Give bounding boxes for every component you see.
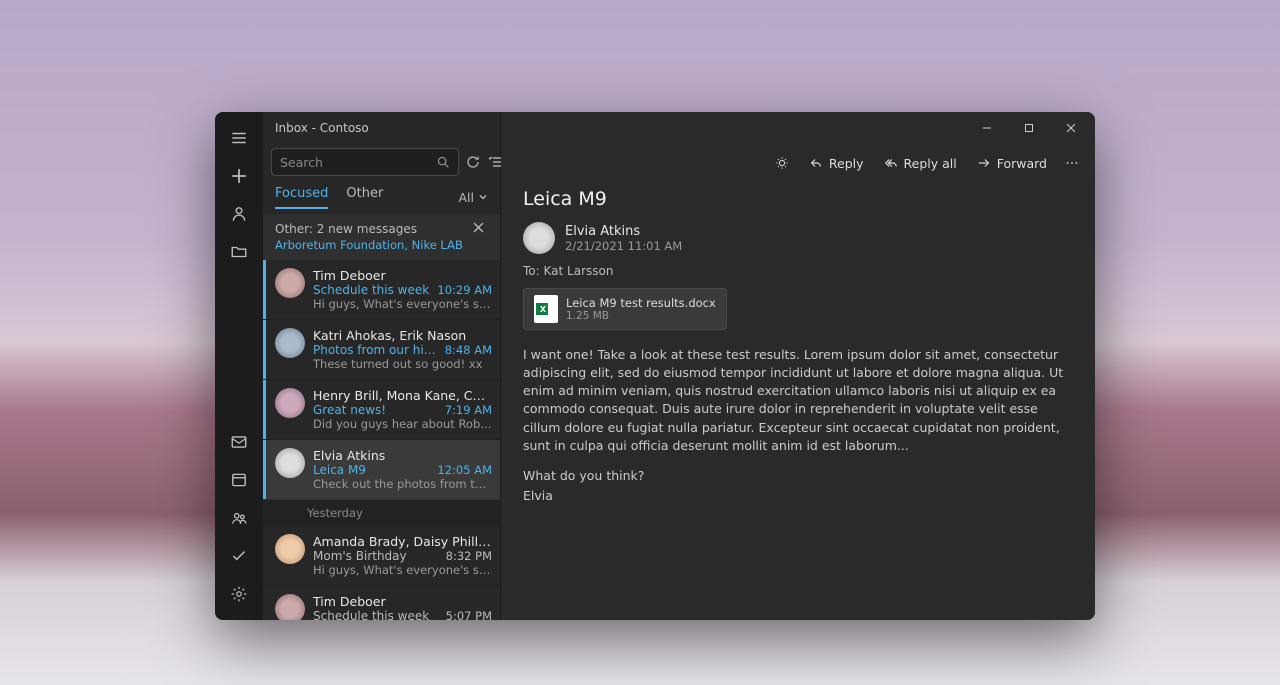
attachment-name: Leica M9 test results.docx	[566, 296, 716, 310]
list-toolbar	[263, 144, 500, 180]
message-from: Henry Brill, Mona Kane, Cecil F	[313, 388, 492, 403]
search-icon	[436, 155, 450, 169]
search-input[interactable]	[280, 155, 436, 170]
window-controls	[501, 112, 1095, 144]
tab-focused[interactable]: Focused	[275, 186, 328, 209]
message-time: 8:48 AM	[445, 343, 492, 357]
mail-subject: Leica M9	[523, 188, 1073, 210]
message-preview: Hi guys, What's everyone's sche	[313, 563, 492, 577]
minimize-button[interactable]	[967, 114, 1007, 142]
message-item[interactable]: Amanda Brady, Daisy PhillipsMom's Birthd…	[263, 526, 500, 586]
message-time: 5:07 PM	[446, 609, 492, 620]
message-time: 8:32 PM	[446, 549, 492, 563]
other-banner-senders: Arboretum Foundation, Nike LAB	[275, 238, 463, 252]
new-mail-button[interactable]	[217, 158, 261, 194]
filter-label: All	[459, 190, 475, 205]
forward-icon	[977, 156, 991, 170]
more-icon	[1065, 156, 1079, 170]
reply-button[interactable]: Reply	[801, 152, 872, 175]
accounts-button[interactable]	[217, 196, 261, 232]
nav-rail	[215, 112, 263, 620]
search-box[interactable]	[271, 148, 459, 176]
avatar	[275, 534, 305, 564]
message-subject: Great news!	[313, 403, 439, 417]
reading-pane: Reply Reply all Forward Leica M9 Elvia A…	[501, 112, 1095, 620]
message-preview: These turned out so good! xx	[313, 357, 492, 371]
calendar-app-icon[interactable]	[217, 462, 261, 498]
avatar	[275, 268, 305, 298]
toggle-theme-button[interactable]	[767, 152, 797, 174]
avatar	[275, 388, 305, 418]
message-preview: Did you guys hear about Robin's	[313, 417, 492, 431]
message-list-column: Inbox - Contoso Focused Other All	[263, 112, 501, 620]
settings-button[interactable]	[217, 576, 261, 612]
date-separator: Yesterday	[263, 500, 500, 526]
message-item[interactable]: Henry Brill, Mona Kane, Cecil FGreat new…	[263, 380, 500, 440]
reply-label: Reply	[829, 156, 864, 171]
window-title: Inbox - Contoso	[263, 112, 500, 144]
reply-all-button[interactable]: Reply all	[876, 152, 965, 175]
message-preview: Hi guys, What's everyone's sche	[313, 297, 492, 311]
sender-avatar[interactable]	[523, 222, 555, 254]
excel-file-icon: X	[534, 295, 558, 323]
avatar	[275, 594, 305, 620]
todo-app-icon[interactable]	[217, 538, 261, 574]
sync-button[interactable]	[465, 148, 481, 176]
reading-pane-toolbar: Reply Reply all Forward	[501, 144, 1095, 182]
message-list: Tim DeboerSchedule this week10:29 AMHi g…	[263, 260, 500, 620]
message-subject: Schedule this week	[313, 283, 431, 297]
message-time: 10:29 AM	[437, 283, 492, 297]
message-from: Katri Ahokas, Erik Nason	[313, 328, 492, 343]
message-from: Amanda Brady, Daisy Phillips	[313, 534, 492, 549]
avatar	[275, 328, 305, 358]
message-item[interactable]: Katri Ahokas, Erik NasonPhotos from our …	[263, 320, 500, 380]
chevron-down-icon	[478, 192, 488, 202]
forward-button[interactable]: Forward	[969, 152, 1055, 175]
reply-all-label: Reply all	[904, 156, 957, 171]
reply-icon	[809, 156, 823, 170]
message-item[interactable]: Tim DeboerSchedule this week5:07 PMHi gu…	[263, 586, 500, 620]
more-actions-button[interactable]	[1059, 152, 1085, 174]
inbox-tabs: Focused Other All	[263, 180, 500, 214]
message-time: 7:19 AM	[445, 403, 492, 417]
message-item[interactable]: Tim DeboerSchedule this week 10:29 AMHi g…	[263, 260, 500, 320]
close-button[interactable]	[1051, 114, 1091, 142]
other-new-banner[interactable]: Other: 2 new messages Arboretum Foundati…	[263, 214, 500, 260]
tab-other[interactable]: Other	[346, 186, 383, 209]
message-item[interactable]: Elvia AtkinsLeica M9 12:05 AMCheck out th…	[263, 440, 500, 500]
filter-dropdown[interactable]: All	[459, 190, 489, 205]
reply-all-icon	[884, 156, 898, 170]
sender-name: Elvia Atkins	[565, 224, 682, 239]
message-subject: Photos from our hike on Maple	[313, 343, 439, 357]
sender-date: 2/21/2021 11:01 AM	[565, 239, 682, 253]
forward-label: Forward	[997, 156, 1047, 171]
attachment-size: 1.25 MB	[566, 310, 716, 322]
message-subject: Mom's Birthday	[313, 549, 440, 563]
attachment-chip[interactable]: X Leica M9 test results.docx 1.25 MB	[523, 288, 727, 330]
hamburger-menu-button[interactable]	[217, 120, 261, 156]
maximize-button[interactable]	[1009, 114, 1049, 142]
dismiss-banner-button[interactable]	[468, 222, 488, 236]
message-from: Tim Deboer	[313, 594, 492, 609]
mail-content: Leica M9 Elvia Atkins 2/21/2021 11:01 AM…	[501, 182, 1095, 537]
people-app-icon[interactable]	[217, 500, 261, 536]
to-line: To: Kat Larsson	[523, 264, 1073, 278]
mail-body: I want one! Take a look at these test re…	[523, 346, 1073, 505]
avatar	[275, 448, 305, 478]
message-time: 12:05 AM	[437, 463, 492, 477]
message-subject: Schedule this week	[313, 609, 440, 620]
message-from: Elvia Atkins	[313, 448, 492, 463]
message-subject: Leica M9	[313, 463, 431, 477]
other-banner-title: Other: 2 new messages	[275, 222, 463, 236]
folders-button[interactable]	[217, 234, 261, 270]
mail-app-icon[interactable]	[217, 424, 261, 460]
message-from: Tim Deboer	[313, 268, 492, 283]
mail-app-window: Inbox - Contoso Focused Other All	[215, 112, 1095, 620]
message-preview: Check out the photos from this v	[313, 477, 492, 491]
